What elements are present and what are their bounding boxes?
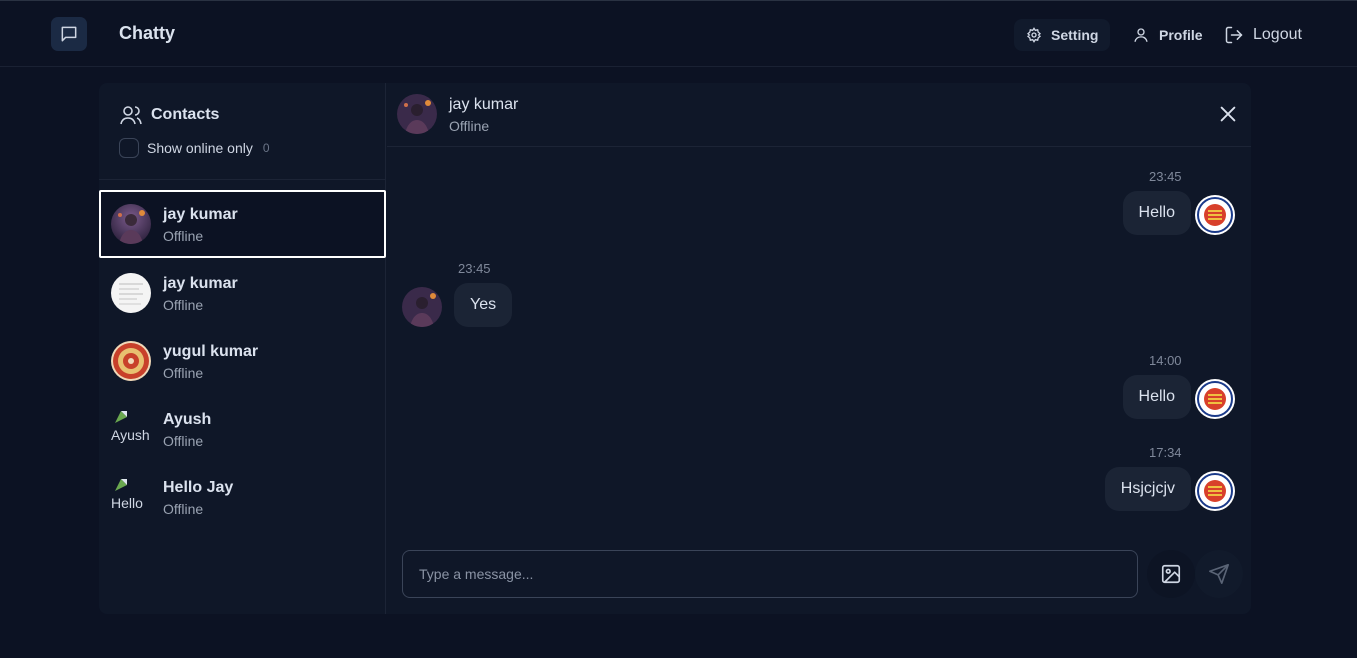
navbar: Chatty Setting Profile Logout — [0, 1, 1357, 67]
avatar-alt-text: Ayush — [111, 427, 150, 443]
show-online-checkbox[interactable] — [119, 138, 139, 158]
logo-button[interactable] — [51, 17, 87, 51]
attach-image-button[interactable] — [1147, 550, 1195, 598]
contacts-sidebar: Contacts Show online only 0 jay kumar Of… — [99, 83, 386, 614]
contact-avatar — [111, 273, 151, 313]
contact-name: jay kumar — [163, 275, 238, 292]
contact-status: Offline — [163, 433, 204, 449]
contact-avatar-broken: Hello — [111, 477, 151, 517]
contact-status: Offline — [163, 501, 204, 517]
logout-label: Logout — [1253, 26, 1302, 43]
message-bubble-sent: Hello — [1122, 191, 1191, 235]
contact-name: jay kumar — [163, 206, 238, 223]
sender-avatar — [1195, 471, 1235, 511]
avatar-alt-text: Hello — [111, 495, 143, 511]
message-bubble-sent: Hello — [1122, 375, 1191, 419]
image-icon — [1161, 564, 1181, 584]
broken-image-icon — [115, 411, 127, 423]
chat-header-name: jay kumar — [449, 96, 519, 113]
contact-name: yugul kumar — [163, 343, 259, 360]
close-icon — [1220, 106, 1236, 122]
contacts-title: Contacts — [151, 106, 220, 123]
message-time: 23:45 — [1149, 169, 1182, 184]
sidebar-header: Contacts Show online only 0 — [99, 83, 386, 180]
message-time: 14:00 — [1149, 353, 1182, 368]
message-bubble-sent: Hsjcjcjv — [1104, 467, 1191, 511]
chat-header-status: Offline — [449, 118, 490, 134]
chat-bubble-icon — [61, 26, 77, 42]
chat-container: Contacts Show online only 0 jay kumar Of… — [99, 83, 1251, 614]
user-icon — [1134, 28, 1148, 42]
contact-avatar — [111, 341, 151, 381]
message-time: 23:45 — [458, 261, 491, 276]
contact-status: Offline — [163, 365, 204, 381]
close-chat-button[interactable] — [1217, 103, 1239, 125]
send-icon — [1209, 564, 1229, 584]
contact-item[interactable]: yugul kumar Offline — [99, 327, 386, 395]
chat-header: jay kumar Offline — [387, 83, 1251, 147]
message-input[interactable] — [402, 550, 1138, 598]
show-online-label: Show online only — [147, 140, 253, 156]
contact-status: Offline — [163, 228, 204, 244]
send-button[interactable] — [1195, 550, 1243, 598]
message-bubble-received: Yes — [454, 283, 513, 327]
online-filter[interactable]: Show online only 0 — [119, 138, 270, 158]
contact-item[interactable]: Hello Hello Jay Offline — [99, 463, 386, 531]
app-title: Chatty — [119, 23, 176, 43]
profile-label: Profile — [1159, 27, 1203, 43]
contact-item-selected[interactable]: jay kumar Offline — [99, 190, 386, 258]
contact-status: Offline — [163, 297, 204, 313]
setting-button[interactable]: Setting — [1014, 19, 1111, 51]
logout-button[interactable]: Logout — [1212, 19, 1314, 51]
receiver-avatar — [402, 287, 442, 327]
sender-avatar — [1195, 379, 1235, 419]
online-count: 0 — [262, 141, 270, 155]
chat-header-avatar — [397, 94, 437, 134]
logout-icon — [1225, 26, 1243, 44]
message-time: 17:34 — [1149, 445, 1182, 460]
contact-name: Ayush — [163, 411, 212, 428]
users-icon — [120, 106, 142, 125]
profile-button[interactable]: Profile — [1120, 19, 1215, 51]
contact-avatar — [111, 204, 151, 244]
setting-label: Setting — [1051, 27, 1099, 43]
broken-image-icon — [115, 479, 127, 491]
contact-item[interactable]: jay kumar Offline — [99, 259, 386, 327]
chat-panel: jay kumar Offline 23:45 Hello 23:45 Yes … — [387, 83, 1251, 614]
contact-avatar-broken: Ayush — [111, 409, 151, 449]
sender-avatar — [1195, 195, 1235, 235]
contacts-heading: Contacts — [119, 103, 219, 127]
gear-icon — [1027, 27, 1041, 43]
contact-name: Hello Jay — [163, 479, 234, 496]
contact-item[interactable]: Ayush Ayush Offline — [99, 395, 386, 463]
